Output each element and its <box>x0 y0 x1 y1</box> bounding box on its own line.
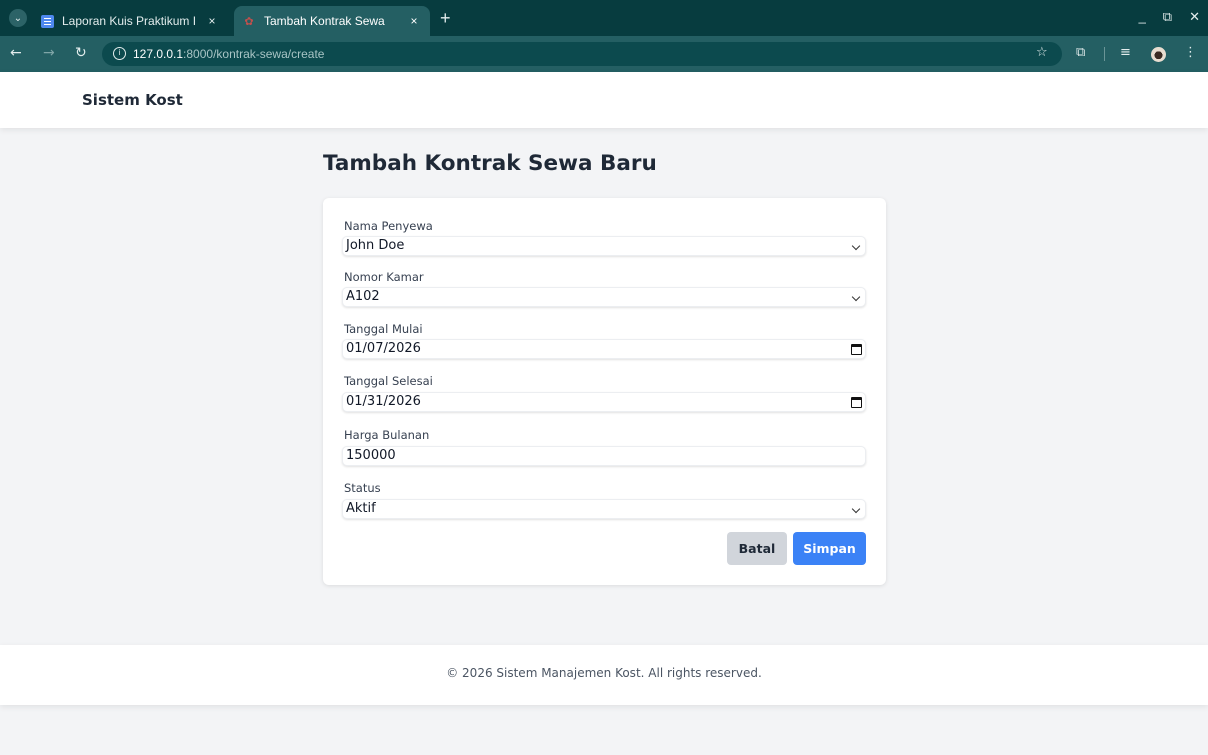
tab-laporan[interactable]: Laporan Kuis Praktikum I × <box>36 6 228 36</box>
tanggal-mulai-value: 01/07/2026 <box>346 341 421 356</box>
tanggal-mulai-label: Tanggal Mulai <box>344 322 423 336</box>
nomor-kamar-value: A102 <box>346 289 380 304</box>
browser-tab-bar: ⌄ Laporan Kuis Praktikum I × ✿ Tambah Ko… <box>0 0 1208 36</box>
site-info-icon[interactable]: i <box>113 47 126 60</box>
nomor-kamar-select[interactable]: A102 <box>342 287 866 307</box>
minimize-button[interactable]: _ <box>1139 9 1146 25</box>
save-button[interactable]: Simpan <box>793 532 866 565</box>
harga-bulanan-input[interactable]: 150000 <box>342 446 866 466</box>
close-window-button[interactable]: ✕ <box>1189 9 1200 25</box>
media-controls-icon[interactable]: ≡ <box>1120 45 1131 61</box>
tab-close-icon[interactable]: × <box>202 14 222 28</box>
reload-icon[interactable]: ↻ <box>75 44 87 62</box>
nama-penyewa-select[interactable]: John Doe <box>342 236 866 256</box>
tanggal-selesai-label: Tanggal Selesai <box>344 374 433 388</box>
site-footer: © 2026 Sistem Manajemen Kost. All rights… <box>0 645 1208 705</box>
harga-bulanan-label: Harga Bulanan <box>344 428 430 442</box>
footer-copyright: © 2026 Sistem Manajemen Kost. All rights… <box>446 666 762 680</box>
site-brand[interactable]: Sistem Kost <box>82 91 183 109</box>
tab-close-icon[interactable]: × <box>404 14 424 28</box>
new-tab-button[interactable]: + <box>440 8 451 28</box>
tanggal-selesai-input[interactable]: 01/31/2026 <box>342 392 866 412</box>
calendar-icon[interactable] <box>851 397 862 408</box>
status-select[interactable]: Aktif <box>342 499 866 519</box>
harga-bulanan-value: 150000 <box>346 448 396 463</box>
chevron-down-icon <box>851 241 861 251</box>
tanggal-mulai-input[interactable]: 01/07/2026 <box>342 339 866 359</box>
nama-penyewa-label: Nama Penyewa <box>344 219 433 233</box>
window-controls: _ ⧉ ✕ <box>1139 9 1200 25</box>
chevron-down-icon <box>851 292 861 302</box>
tanggal-selesai-value: 01/31/2026 <box>346 394 421 409</box>
profile-avatar[interactable] <box>1151 47 1166 62</box>
contract-form-card: Nama Penyewa John Doe Nomor Kamar A102 T… <box>323 198 886 585</box>
nama-penyewa-value: John Doe <box>346 238 405 253</box>
url-text[interactable]: 127.0.0.1:8000/kontrak-sewa/create <box>133 47 324 61</box>
forward-icon[interactable]: → <box>43 44 55 62</box>
status-value: Aktif <box>346 501 376 516</box>
tab-search-icon[interactable]: ⌄ <box>9 9 27 27</box>
nomor-kamar-label: Nomor Kamar <box>344 270 424 284</box>
tab-title: Laporan Kuis Praktikum I <box>62 14 197 28</box>
toolbar-divider <box>1104 47 1105 61</box>
chevron-down-icon <box>851 504 861 514</box>
back-icon[interactable]: ← <box>10 44 22 62</box>
extensions-icon[interactable]: ⧉ <box>1076 45 1085 61</box>
more-menu-icon[interactable]: ⋮ <box>1184 45 1197 61</box>
bookmark-star-icon[interactable]: ☆ <box>1036 45 1048 61</box>
tab-title: Tambah Kontrak Sewa <box>264 14 385 28</box>
docs-favicon-icon <box>41 14 54 28</box>
site-header: Sistem Kost <box>0 72 1208 128</box>
page-title: Tambah Kontrak Sewa Baru <box>323 151 657 176</box>
calendar-icon[interactable] <box>851 344 862 355</box>
cancel-button[interactable]: Batal <box>727 532 787 565</box>
tab-tambah-kontrak[interactable]: ✿ Tambah Kontrak Sewa × <box>234 6 430 36</box>
status-label: Status <box>344 481 381 495</box>
laravel-favicon-icon: ✿ <box>244 15 254 28</box>
restore-button[interactable]: ⧉ <box>1163 9 1172 25</box>
